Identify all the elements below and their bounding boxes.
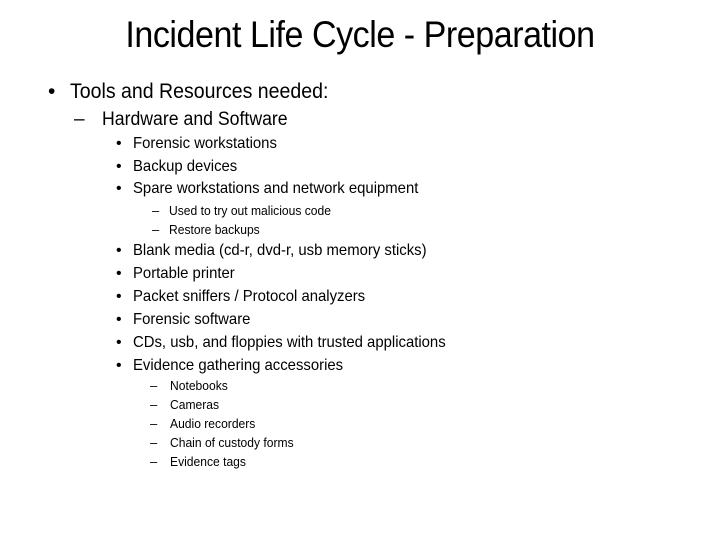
bullet-icon: • — [116, 135, 122, 152]
list-item: • Forensic software — [116, 311, 259, 329]
sub-list-item-text: Used to try out malicious code — [169, 203, 331, 218]
dash-icon: – — [152, 222, 160, 237]
sub-list-item-text: Cameras — [170, 397, 220, 412]
dash-icon: – — [74, 109, 85, 130]
list-item-text: Spare workstations and network equipment — [133, 180, 419, 197]
list-item-text: Blank media (cd-r, dvd-r, usb memory sti… — [133, 242, 427, 259]
list-item: • Packet sniffers / Protocol analyzers — [116, 288, 383, 306]
sub-list-item-text: Notebooks — [170, 378, 228, 393]
list-item: • Evidence gathering accessories — [116, 357, 359, 375]
subbullet-text: Hardware and Software — [102, 109, 288, 130]
sub-list-item: – Restore backups — [152, 222, 267, 237]
bullet-icon: • — [116, 242, 122, 259]
sub-list-item-text: Chain of custody forms — [170, 435, 294, 450]
list-item: • Portable printer — [116, 265, 242, 283]
list-item: • Blank media (cd-r, dvd-r, usb memory s… — [116, 242, 449, 260]
bullet-icon: • — [116, 311, 122, 328]
bullet-icon: • — [116, 357, 122, 374]
dash-icon: – — [150, 378, 158, 393]
list-item-text: Forensic workstations — [133, 135, 277, 152]
bullet-icon: • — [48, 80, 56, 103]
sub-list-item-text: Evidence tags — [170, 454, 246, 469]
sub-list-item: – Notebooks — [150, 378, 232, 393]
bullet-icon: • — [116, 180, 122, 197]
dash-icon: – — [150, 435, 158, 450]
sub-list-item: – Cameras — [150, 397, 223, 412]
sub-list-item: – Evidence tags — [150, 454, 252, 469]
bullet-tools-resources: • Tools and Resources needed: — [48, 80, 348, 104]
list-item: • CDs, usb, and floppies with trusted ap… — [116, 334, 469, 352]
bullet-icon: • — [116, 265, 122, 282]
sub-list-item-text: Restore backups — [169, 222, 260, 237]
list-item: • Backup devices — [116, 158, 245, 176]
subbullet-hardware-software: – Hardware and Software — [74, 109, 302, 131]
list-item-text: Evidence gathering accessories — [133, 357, 344, 374]
sub-list-item: – Used to try out malicious code — [152, 203, 343, 218]
sub-list-item-text: Audio recorders — [170, 416, 256, 431]
dash-icon: – — [150, 397, 158, 412]
bullet-text: Tools and Resources needed: — [70, 80, 329, 103]
slide-title: Incident Life Cycle - Preparation — [125, 14, 595, 55]
dash-icon: – — [150, 454, 158, 469]
dash-icon: – — [150, 416, 158, 431]
sub-list-item: – Chain of custody forms — [150, 435, 303, 450]
bullet-icon: • — [116, 334, 122, 351]
list-item-text: Forensic software — [133, 311, 251, 328]
bullet-icon: • — [116, 158, 122, 175]
list-item: • Spare workstations and network equipme… — [116, 180, 440, 198]
list-item-text: Backup devices — [133, 158, 238, 175]
dash-icon: – — [152, 203, 160, 218]
list-item-text: Packet sniffers / Protocol analyzers — [133, 288, 366, 305]
list-item: • Forensic workstations — [116, 135, 288, 153]
sub-list-item: – Audio recorders — [150, 416, 262, 431]
list-item-text: CDs, usb, and floppies with trusted appl… — [133, 334, 446, 351]
bullet-icon: • — [116, 288, 122, 305]
list-item-text: Portable printer — [133, 265, 235, 282]
